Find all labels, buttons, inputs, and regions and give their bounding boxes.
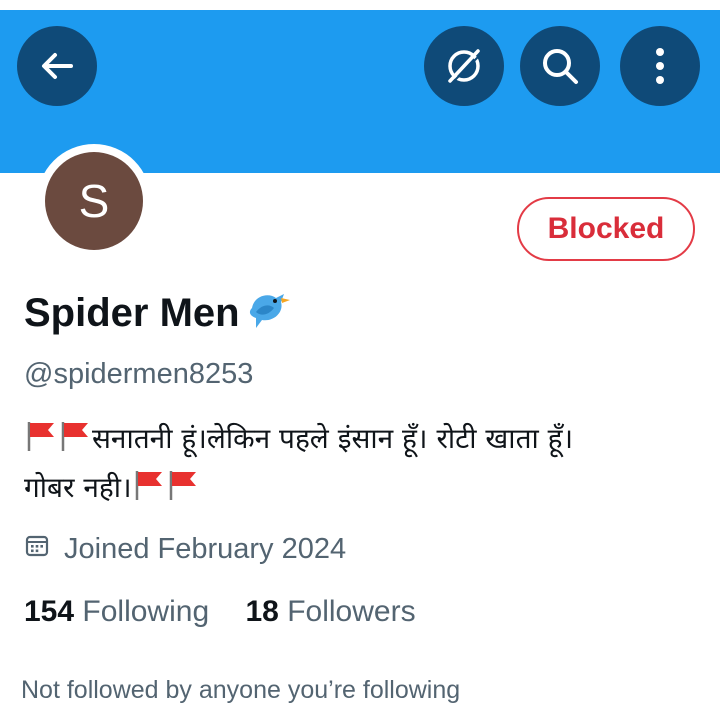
bio-text-1: सनातनी हूं।लेकिन पहले इंसान हूँ। रोटी खा… <box>92 422 574 455</box>
followers-count: 18 <box>245 595 279 628</box>
more-options-button[interactable] <box>620 26 700 106</box>
red-flag-icon <box>24 420 58 465</box>
grok-icon <box>441 43 487 89</box>
red-flag-icon <box>58 420 92 465</box>
display-name-row: Spider Men <box>24 286 296 340</box>
followers-stat[interactable]: 18 Followers <box>245 595 415 629</box>
red-flag-icon <box>132 469 166 514</box>
red-flag-icon <box>166 469 200 514</box>
bio-line-2: गोबर नही। <box>24 465 704 514</box>
follow-stats: 154 Following 18 Followers <box>24 595 416 629</box>
joined-date-text: Joined February 2024 <box>64 532 347 565</box>
back-button[interactable] <box>17 26 97 106</box>
search-button[interactable] <box>520 26 600 106</box>
more-vertical-icon <box>654 46 666 86</box>
following-count: 154 <box>24 595 75 628</box>
bird-icon <box>244 286 296 340</box>
search-icon <box>539 45 581 87</box>
profile-handle: @spidermen8253 <box>24 358 254 390</box>
display-name: Spider Men <box>24 290 240 335</box>
followers-label: Followers <box>287 595 416 628</box>
joined-date-row: Joined February 2024 <box>24 532 346 566</box>
following-stat[interactable]: 154 Following <box>24 595 209 629</box>
avatar[interactable]: S <box>45 152 143 250</box>
blocked-label: Blocked <box>547 212 665 245</box>
bio-text-2: गोबर नही। <box>24 471 132 504</box>
profile-bio: सनातनी हूं।लेकिन पहले इंसान हूँ। रोटी खा… <box>24 416 704 514</box>
following-label: Following <box>82 595 210 628</box>
calendar-icon <box>24 532 64 566</box>
blocked-button[interactable]: Blocked <box>517 197 695 261</box>
grok-button[interactable] <box>424 26 504 106</box>
status-bar-area <box>0 0 720 10</box>
avatar-letter: S <box>78 175 110 227</box>
bio-line-1: सनातनी हूं।लेकिन पहले इंसान हूँ। रोटी खा… <box>24 416 704 465</box>
arrow-left-icon <box>37 46 77 86</box>
